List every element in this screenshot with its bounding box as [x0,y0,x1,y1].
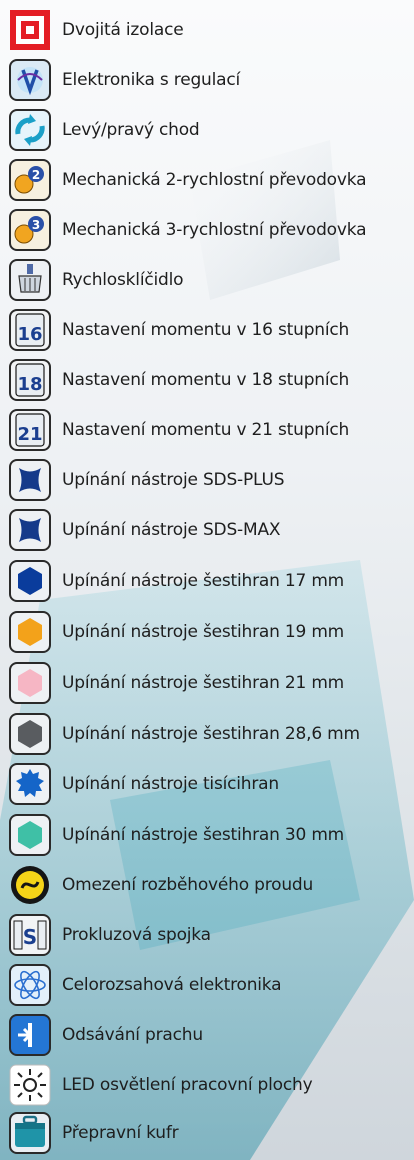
feature-item: 21 Nastavení momentu v 21 stupních [8,407,412,453]
feature-label: Nastavení momentu v 21 stupních [62,420,350,440]
two-speed-gearbox-icon: 2 [8,158,52,202]
dust-extraction-icon [8,1013,52,1057]
feature-label: Upínání nástroje šestihran 28,6 mm [62,724,360,744]
reverse-rotation-icon [8,108,52,152]
feature-label: Upínání nástroje šestihran 19 mm [62,622,345,642]
feature-item: LED osvětlení pracovní plochy [8,1062,412,1108]
feature-label: Mechanická 2-rychlostní převodovka [62,170,367,190]
svg-text:16: 16 [17,324,42,345]
feature-item: Upínání nástroje SDS-PLUS [8,457,412,503]
feature-label: Prokluzová spojka [62,925,211,945]
feature-item: Elektronika s regulací [8,57,412,103]
feature-label: Nastavení momentu v 16 stupních [62,320,350,340]
three-speed-gearbox-icon: 3 [8,208,52,252]
svg-text:2: 2 [32,168,40,182]
feature-label: Odsávání prachu [62,1025,203,1045]
feature-label: LED osvětlení pracovní plochy [62,1075,313,1095]
feature-item: Odsávání prachu [8,1012,412,1058]
feature-label: Upínání nástroje šestihran 21 mm [62,673,345,693]
feature-label: Přepravní kufr [62,1123,179,1143]
keyless-chuck-icon [8,258,52,302]
feature-item: Omezení rozběhového proudu [8,862,412,908]
svg-text:21: 21 [17,424,42,445]
torque-21-icon: 21 [8,408,52,452]
feature-label: Upínání nástroje SDS-MAX [62,520,281,540]
thousand-hex-icon [8,762,52,806]
feature-label: Upínání nástroje šestihran 17 mm [62,571,345,591]
feature-item: 16 Nastavení momentu v 16 stupních [8,307,412,353]
feature-label: Rychlosklíčidlo [62,270,184,290]
hex-30-icon [8,813,52,857]
hex-21-icon [8,661,52,705]
feature-item: Levý/pravý chod [8,107,412,153]
hex-28-6-icon [8,712,52,756]
double-insulation-icon [8,8,52,52]
feature-label: Celorozsahová elektronika [62,975,282,995]
feature-item: Celorozsahová elektronika [8,962,412,1008]
feature-label: Nastavení momentu v 18 stupních [62,370,350,390]
svg-text:18: 18 [17,374,42,395]
feature-label: Upínání nástroje šestihran 30 mm [62,825,345,845]
carry-case-icon [8,1111,52,1155]
feature-item: 3 Mechanická 3-rychlostní převodovka [8,207,412,253]
led-light-icon [8,1063,52,1107]
sds-plus-icon [8,458,52,502]
svg-text:S: S [23,925,37,949]
feature-item: Přepravní kufr [8,1110,412,1156]
torque-16-icon: 16 [8,308,52,352]
feature-item: Upínání nástroje šestihran 17 mm [8,558,412,604]
feature-label: Mechanická 3-rychlostní převodovka [62,220,367,240]
svg-text:3: 3 [32,218,40,232]
feature-item: Upínání nástroje SDS-MAX [8,507,412,553]
slip-clutch-icon: S [8,913,52,957]
feature-item: Upínání nástroje šestihran 21 mm [8,660,412,706]
feature-item: 18 Nastavení momentu v 18 stupních [8,357,412,403]
hex-17-icon [8,559,52,603]
feature-item: Dvojitá izolace [8,7,412,53]
hex-19-icon [8,610,52,654]
sds-max-icon [8,508,52,552]
feature-item: Upínání nástroje šestihran 28,6 mm [8,711,412,757]
electronic-regulation-icon [8,58,52,102]
torque-18-icon: 18 [8,358,52,402]
feature-item: Upínání nástroje šestihran 30 mm [8,812,412,858]
feature-item: Rychlosklíčidlo [8,257,412,303]
feature-label: Levý/pravý chod [62,120,200,140]
feature-label: Elektronika s regulací [62,70,241,90]
feature-label: Omezení rozběhového proudu [62,875,314,895]
soft-start-icon [8,863,52,907]
feature-label: Dvojitá izolace [62,20,184,40]
feature-item: S Prokluzová spojka [8,912,412,958]
feature-label: Upínání nástroje tisícihran [62,774,279,794]
feature-item: Upínání nástroje šestihran 19 mm [8,609,412,655]
feature-item: Upínání nástroje tisícihran [8,761,412,807]
feature-item: 2 Mechanická 2-rychlostní převodovka [8,157,412,203]
full-range-electronics-icon [8,963,52,1007]
feature-label: Upínání nástroje SDS-PLUS [62,470,285,490]
